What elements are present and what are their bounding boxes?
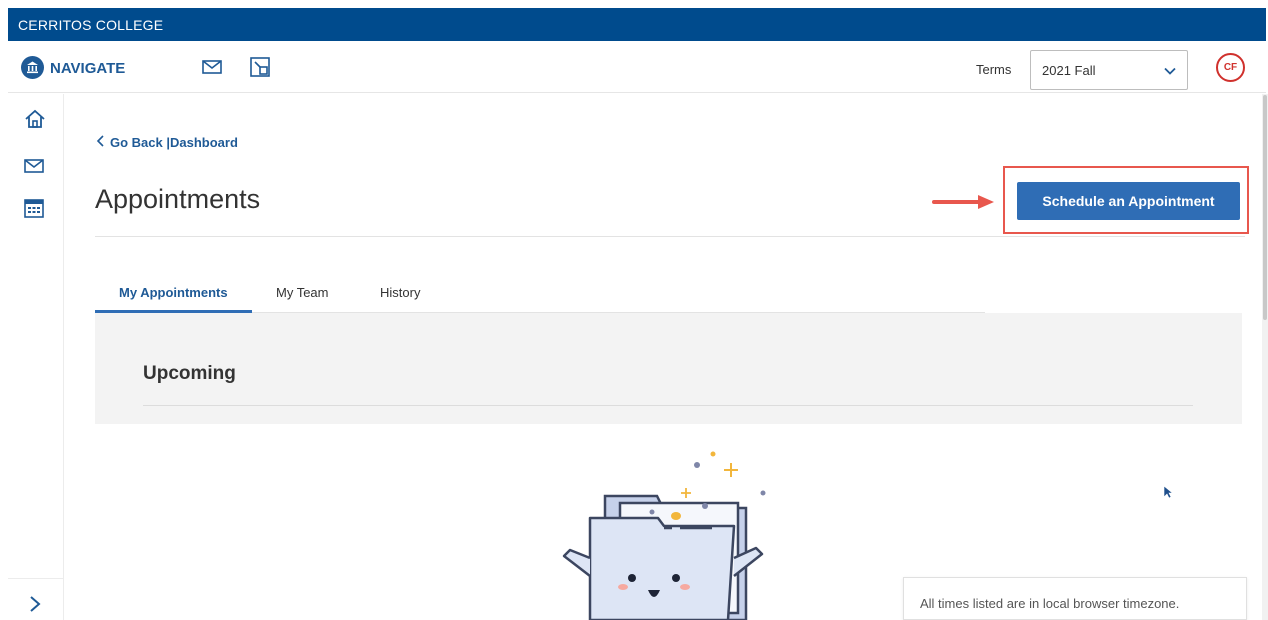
college-banner: CERRITOS COLLEGE — [8, 8, 1266, 41]
go-back-label: Go Back |Dashboard — [110, 135, 238, 150]
go-back-link[interactable]: Go Back |Dashboard — [96, 135, 238, 150]
terms-select[interactable]: 2021 Fall — [1030, 50, 1188, 90]
app-header: NAVIGATE Terms 2021 Fall CF — [8, 41, 1266, 93]
navigate-logo-text[interactable]: NAVIGATE — [50, 60, 125, 77]
timezone-note: All times listed are in local browser ti… — [903, 577, 1247, 620]
terms-select-value: 2021 Fall — [1042, 63, 1096, 78]
upcoming-heading: Upcoming — [143, 363, 236, 384]
college-name: CERRITOS COLLEGE — [18, 17, 164, 33]
schedule-appointment-button[interactable]: Schedule an Appointment — [1017, 182, 1240, 220]
tab-my-appointments[interactable]: My Appointments — [119, 285, 228, 300]
title-divider — [95, 236, 1245, 237]
appointment-tabs: My Appointments My Team History — [95, 276, 985, 313]
navigate-logo-icon[interactable] — [21, 56, 44, 79]
mail-icon[interactable] — [202, 59, 222, 80]
mail-icon[interactable] — [24, 158, 44, 179]
timezone-note-text: All times listed are in local browser ti… — [920, 596, 1180, 611]
page-title: Appointments — [95, 184, 261, 214]
upcoming-divider — [143, 405, 1193, 406]
left-sidebar — [8, 94, 64, 620]
terms-label: Terms — [976, 62, 1012, 77]
quick-links-icon[interactable] — [250, 57, 270, 82]
chevron-down-icon — [1163, 64, 1177, 83]
chevron-right-icon[interactable] — [28, 594, 42, 619]
tab-history[interactable]: History — [380, 285, 420, 300]
calendar-icon[interactable] — [24, 198, 44, 223]
sidebar-divider — [8, 578, 64, 579]
mouse-cursor-icon — [1163, 485, 1174, 504]
scrollbar-thumb[interactable] — [1263, 95, 1267, 320]
user-avatar[interactable]: CF — [1216, 53, 1245, 82]
arrow-right-icon — [932, 193, 996, 216]
empty-folder-illustration — [560, 448, 780, 620]
home-icon[interactable] — [24, 108, 46, 135]
tab-my-team[interactable]: My Team — [276, 285, 329, 300]
chevron-left-icon — [96, 135, 106, 150]
upcoming-panel: Upcoming — [95, 313, 1242, 424]
